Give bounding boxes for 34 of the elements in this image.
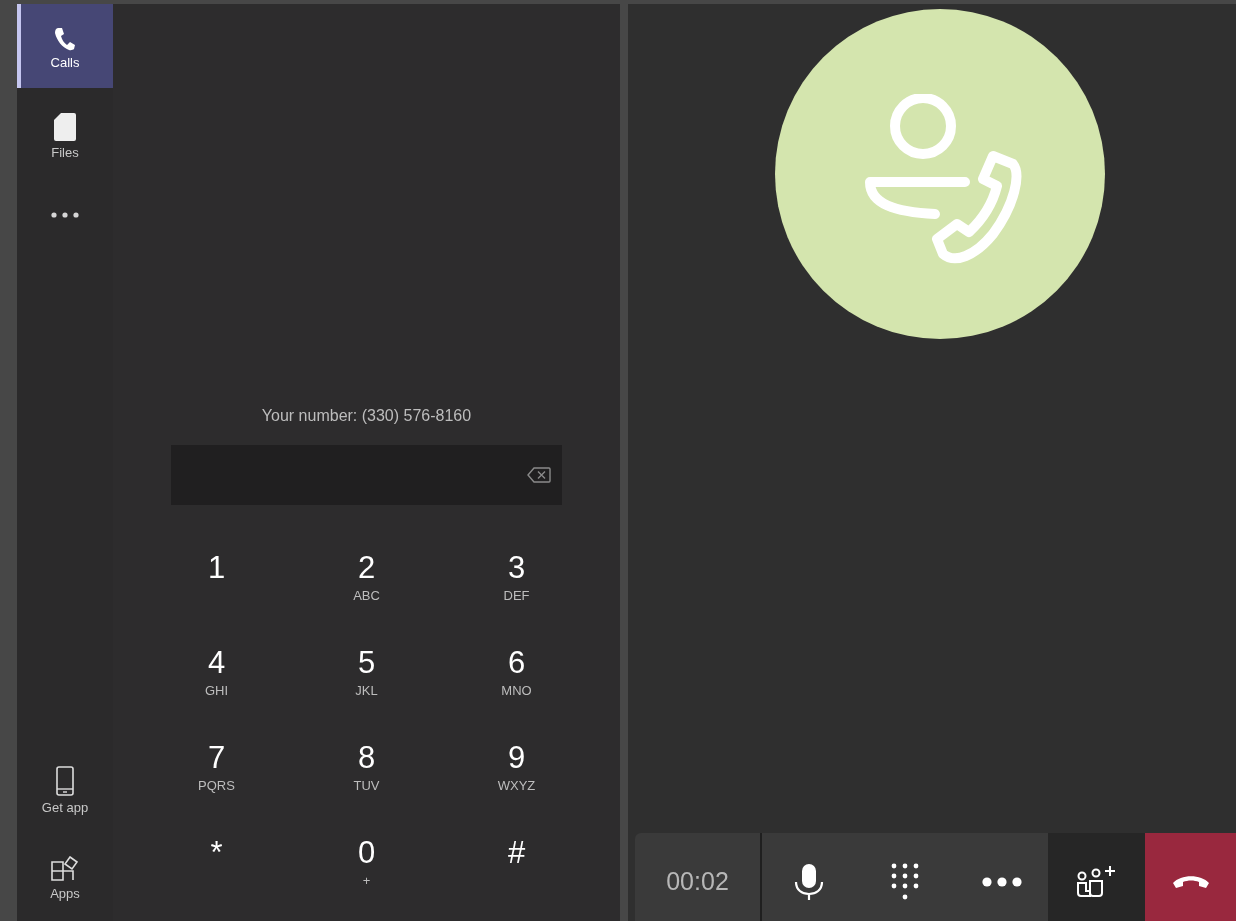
your-number-text: Your number: (330) 576-8160 — [261, 407, 472, 425]
apps-icon — [51, 855, 79, 882]
dial-key[interactable]: 7 PQRS — [141, 740, 292, 835]
dial-key[interactable]: * — [141, 835, 292, 921]
more-icon — [981, 876, 1022, 887]
sidebar-item[interactable]: Get app — [17, 746, 113, 830]
sidebar-item[interactable]: Files — [17, 92, 113, 176]
sidebar-item[interactable]: Calls — [17, 4, 113, 88]
dial-key[interactable]: 5 JKL — [291, 645, 442, 740]
mobile-icon — [56, 765, 74, 796]
microphone-icon — [793, 862, 824, 901]
dial-key[interactable]: 1 — [141, 550, 292, 645]
more-button[interactable] — [955, 833, 1048, 921]
hang-up-button[interactable] — [1145, 833, 1236, 921]
dial-key[interactable]: 3 DEF — [441, 550, 592, 645]
file-icon — [54, 112, 76, 141]
backspace-icon[interactable] — [527, 467, 551, 483]
add-people-icon — [1075, 864, 1118, 899]
more-icon — [51, 212, 79, 218]
sidebar-item[interactable]: Apps — [17, 834, 113, 918]
phone-icon — [54, 26, 76, 51]
dial-key[interactable]: # — [441, 835, 592, 921]
hang-up-icon — [1170, 873, 1211, 890]
dial-key[interactable]: 0 + — [291, 835, 442, 921]
call-timer: 00:02 — [635, 833, 762, 921]
dial-key[interactable]: 9 WXYZ — [441, 740, 592, 835]
dial-key[interactable]: 8 TUV — [291, 740, 442, 835]
dial-key[interactable]: 4 GHI — [141, 645, 292, 740]
dial-key[interactable]: 2 ABC — [291, 550, 442, 645]
add-people-button[interactable] — [1048, 833, 1145, 921]
dial-key[interactable]: 6 MNO — [441, 645, 592, 740]
dialpad-icon — [891, 862, 919, 901]
number-input-field[interactable] — [171, 445, 562, 505]
mic-button[interactable] — [762, 833, 855, 921]
